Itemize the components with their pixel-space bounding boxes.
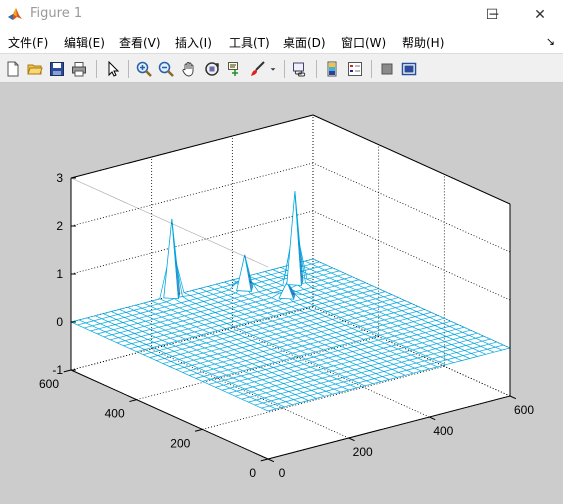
window-title: Figure 1	[30, 6, 83, 21]
title-bar: Figure 1 ─ ☐ ✕	[0, 0, 563, 29]
mesh-plot[interactable]: 02004006000200400600-10123	[0, 83, 563, 504]
y-tick-label: 0	[249, 466, 256, 480]
pan-hand-icon[interactable]	[180, 60, 198, 78]
hide-plot-tools-icon[interactable]	[378, 60, 396, 78]
x-tick	[509, 395, 517, 400]
menu-insert[interactable]: 插入(I)	[175, 34, 212, 51]
x-tick-label: 600	[514, 403, 534, 417]
x-tick-label: 400	[433, 424, 453, 438]
x-tick-label: 0	[279, 466, 286, 480]
link-plot-icon[interactable]	[291, 60, 309, 78]
y-tick-label: 600	[39, 377, 59, 391]
y-tick	[129, 399, 137, 403]
menu-bar: 文件(F) 编辑(E) 查看(V) 插入(I) 工具(T) 桌面(D) 窗口(W…	[0, 29, 563, 53]
z-tick-label: 0	[56, 315, 63, 329]
insert-colorbar-icon[interactable]	[323, 60, 341, 78]
x-tick	[348, 437, 355, 442]
show-plot-tools-icon[interactable]	[400, 60, 418, 78]
z-tick-label: 3	[56, 171, 63, 185]
x-tick	[429, 416, 436, 421]
toolbar-separator	[128, 60, 129, 78]
toolbar-separator	[316, 60, 317, 78]
y-tick	[63, 369, 72, 373]
save-icon[interactable]	[48, 60, 66, 78]
menu-view[interactable]: 查看(V)	[119, 34, 161, 51]
menu-edit[interactable]: 编辑(E)	[64, 34, 105, 51]
brush-dropdown-icon[interactable]	[268, 60, 278, 78]
menu-desktop[interactable]: 桌面(D)	[283, 34, 326, 51]
y-tick	[260, 458, 269, 462]
maximize-icon: ☐	[485, 6, 499, 23]
y-tick-label: 200	[170, 436, 190, 450]
print-icon[interactable]	[70, 60, 88, 78]
data-cursor-icon[interactable]	[226, 60, 244, 78]
matlab-logo-icon	[7, 6, 23, 22]
close-button[interactable]: ✕	[517, 0, 563, 29]
toolbar-separator	[96, 60, 97, 78]
edit-plot-arrow-icon[interactable]	[104, 60, 122, 78]
toolbar	[0, 53, 563, 83]
zoom-in-icon[interactable]	[135, 60, 153, 78]
menu-help[interactable]: 帮助(H)	[402, 34, 444, 51]
y-tick-label: 400	[105, 407, 125, 421]
z-tick-label: -1	[52, 363, 63, 377]
new-figure-icon[interactable]	[4, 60, 22, 78]
menu-file[interactable]: 文件(F)	[8, 34, 48, 51]
maximize-button[interactable]: ☐	[469, 0, 515, 29]
z-tick-label: 2	[56, 219, 63, 233]
toolbar-separator	[284, 60, 285, 78]
zoom-out-icon[interactable]	[157, 60, 175, 78]
x-tick	[267, 458, 275, 463]
z-tick-label: 1	[56, 267, 63, 281]
open-file-icon[interactable]	[26, 60, 44, 78]
x-tick-label: 200	[353, 445, 373, 459]
insert-legend-icon[interactable]	[346, 60, 364, 78]
toolbar-separator	[371, 60, 372, 78]
brush-icon[interactable]	[249, 60, 267, 78]
dock-arrow-icon[interactable]: ↘	[546, 35, 555, 48]
rotate-3d-icon[interactable]	[203, 60, 221, 78]
y-tick	[194, 428, 203, 432]
menu-window[interactable]: 窗口(W)	[341, 34, 386, 51]
close-icon: ✕	[534, 6, 546, 23]
menu-tools[interactable]: 工具(T)	[229, 34, 270, 51]
figure-canvas[interactable]: 0 200 400 600 0 200 400 600 -1 0 1 2 3	[0, 83, 563, 504]
